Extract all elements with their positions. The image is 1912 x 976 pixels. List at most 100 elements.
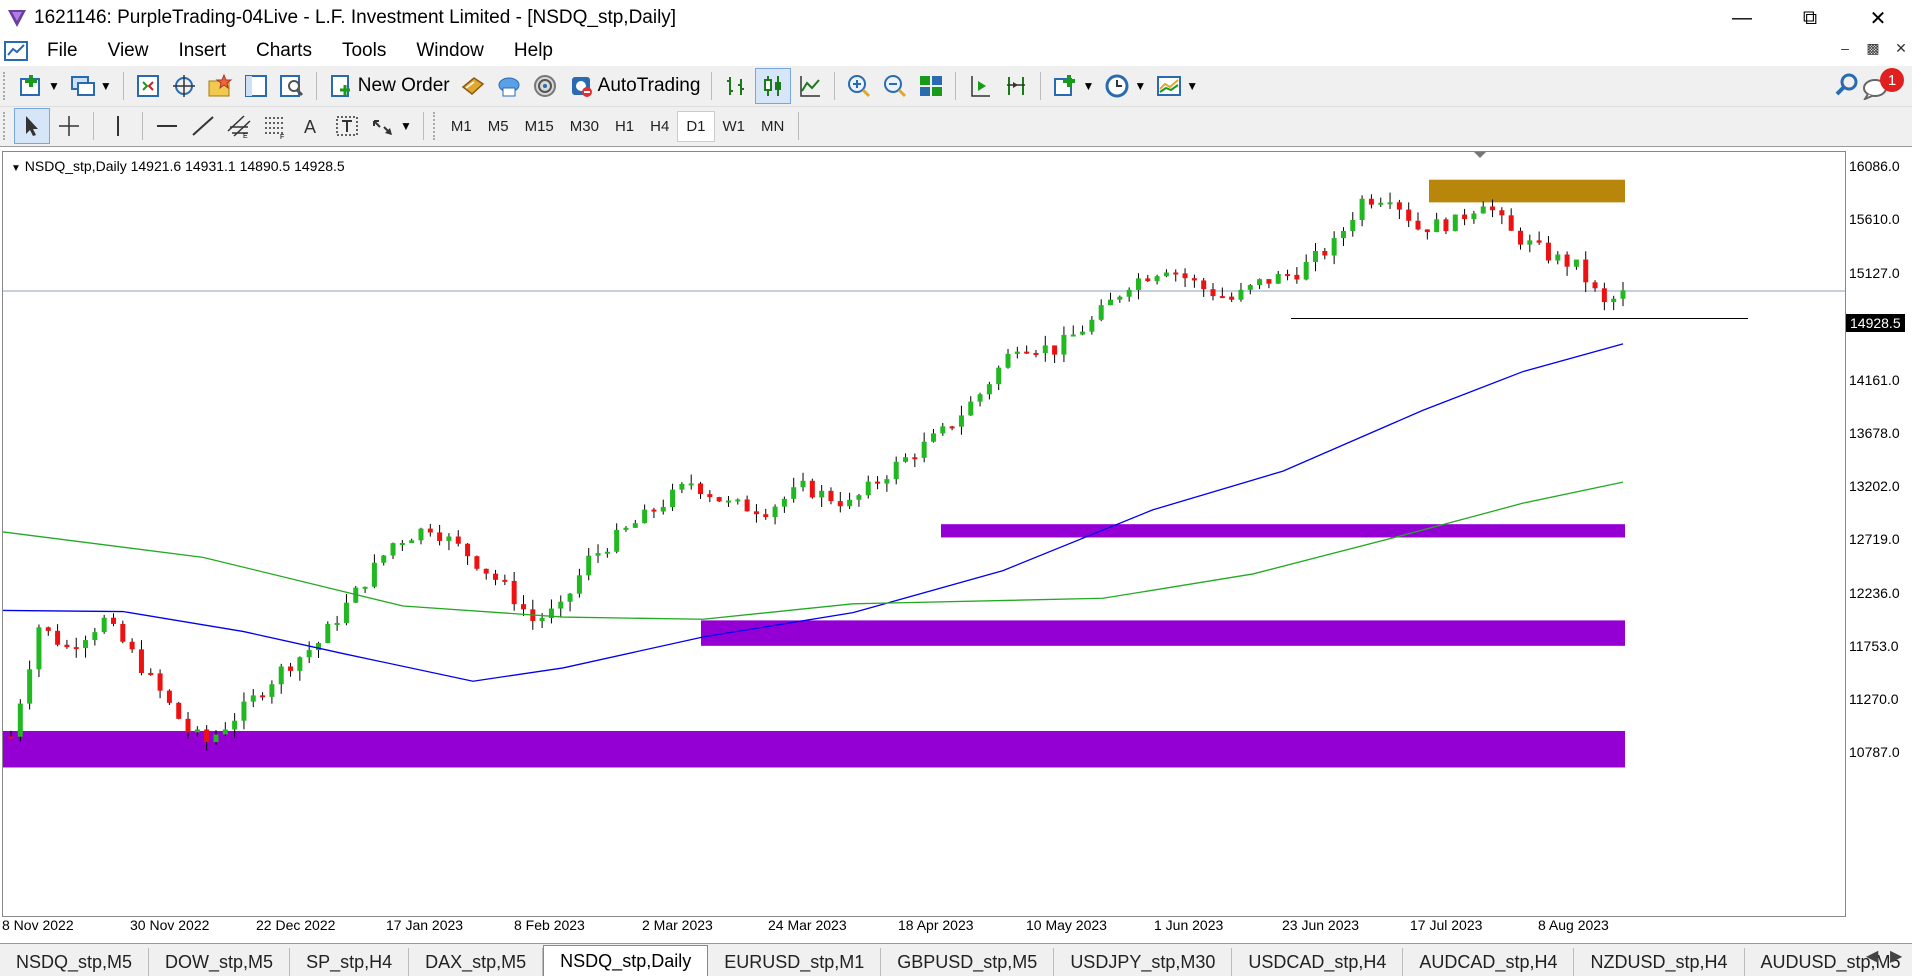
horizontal-line-button[interactable]: [150, 109, 184, 143]
tile-windows-button[interactable]: [914, 69, 948, 103]
candle-body: [269, 684, 274, 697]
crosshair-tool-button[interactable]: [52, 109, 86, 143]
candle-body: [1434, 219, 1439, 232]
tab-scroll-right-icon[interactable]: ▶: [1890, 946, 1902, 966]
chart-tab[interactable]: AUDUSD_stp,M5: [1745, 948, 1912, 976]
candle-body: [1313, 251, 1318, 262]
strategy-tester-button[interactable]: [275, 69, 309, 103]
timeframe-m5[interactable]: M5: [480, 112, 517, 141]
market-watch-button[interactable]: [131, 69, 165, 103]
timeframe-w1[interactable]: W1: [715, 112, 754, 141]
chart-tab[interactable]: GBPUSD_stp,M5: [881, 948, 1054, 976]
timeframe-d1[interactable]: D1: [677, 111, 714, 142]
mdi-minimize-button[interactable]: –: [1834, 40, 1856, 56]
date-tick-label: 8 Feb 2023: [514, 917, 585, 933]
timeframe-mn[interactable]: MN: [753, 112, 792, 141]
fibonacci-icon: F: [262, 113, 288, 139]
candle-body: [810, 481, 815, 498]
cursor-tool-button[interactable]: [14, 108, 50, 144]
navigator-button[interactable]: [203, 69, 237, 103]
vertical-line-button[interactable]: [101, 109, 135, 143]
chart-tab[interactable]: EURUSD_stp,M1: [708, 948, 881, 976]
collapse-triangle-icon[interactable]: ▼: [11, 163, 21, 174]
text-label-icon: [334, 113, 360, 139]
bar-chart-button[interactable]: [719, 69, 753, 103]
indicators-button[interactable]: ▼: [1048, 69, 1098, 103]
candle-body: [9, 737, 14, 739]
new-order-button[interactable]: New Order: [324, 69, 454, 103]
text-label-button[interactable]: [330, 109, 364, 143]
price-axis[interactable]: 16086.015610.015127.014644.014161.013678…: [1846, 147, 1912, 917]
mql5-market-button[interactable]: [492, 69, 526, 103]
minimize-button[interactable]: —: [1708, 0, 1776, 36]
candle-body: [782, 499, 787, 507]
timeframe-m15[interactable]: M15: [517, 112, 562, 141]
auto-scroll-icon: [967, 73, 993, 99]
chart-tab[interactable]: USDCAD_stp,H4: [1232, 948, 1403, 976]
data-window-button[interactable]: [167, 69, 201, 103]
chart-plot-area[interactable]: ▼ NSDQ_stp,Daily 14921.6 14931.1 14890.5…: [2, 151, 1846, 917]
close-button[interactable]: ✕: [1844, 0, 1912, 36]
mdi-close-button[interactable]: ✕: [1890, 40, 1912, 57]
chart-tab[interactable]: SP_stp,H4: [290, 948, 409, 976]
tab-scroll-left-icon[interactable]: ◀: [1866, 946, 1878, 966]
chart-tab[interactable]: NSDQ_stp,Daily: [543, 945, 708, 976]
menu-view[interactable]: View: [93, 40, 164, 62]
periods-button[interactable]: ▼: [1100, 69, 1150, 103]
text-tool-button[interactable]: A: [294, 109, 328, 143]
profiles-button[interactable]: ▼: [66, 69, 116, 103]
mdi-restore-button[interactable]: ▩: [1862, 40, 1884, 57]
candle-body: [1518, 231, 1523, 245]
arrows-button[interactable]: ▼: [366, 109, 416, 143]
trendline-button[interactable]: [186, 109, 220, 143]
chart-tab[interactable]: DAX_stp,M5: [409, 948, 543, 976]
chart-tab[interactable]: NZDUSD_stp,H4: [1574, 948, 1744, 976]
auto-scroll-button[interactable]: [963, 69, 997, 103]
candle-body: [1621, 290, 1626, 298]
chart-tab[interactable]: DOW_stp,M5: [149, 948, 290, 976]
equidistant-channel-button[interactable]: E: [222, 109, 256, 143]
date-tick-label: 8 Aug 2023: [1538, 917, 1609, 933]
candle-body: [111, 618, 116, 624]
menu-help[interactable]: Help: [499, 40, 568, 62]
menu-bar: File View Insert Charts Tools Window Hel…: [0, 36, 1912, 66]
candle-body: [1127, 290, 1132, 297]
timeframe-h1[interactable]: H1: [607, 112, 642, 141]
candle-body: [577, 575, 582, 593]
price-tick-label: 15610.0: [1849, 211, 1900, 227]
chart-window-icon[interactable]: [4, 40, 28, 62]
timeframe-m1[interactable]: M1: [443, 112, 480, 141]
candle-body: [1471, 213, 1476, 219]
menu-window[interactable]: Window: [401, 40, 499, 62]
terminal-button[interactable]: [239, 69, 273, 103]
line-chart-button[interactable]: [793, 69, 827, 103]
metaeditor-button[interactable]: [456, 69, 490, 103]
menu-insert[interactable]: Insert: [163, 40, 241, 62]
menu-charts[interactable]: Charts: [241, 40, 327, 62]
zoom-in-button[interactable]: [842, 69, 876, 103]
candle-body: [903, 457, 908, 462]
chart-tab[interactable]: AUDCAD_stp,H4: [1403, 948, 1574, 976]
timeframe-h4[interactable]: H4: [642, 112, 677, 141]
timeframe-m30[interactable]: M30: [562, 112, 607, 141]
candlestick-chart-button[interactable]: [755, 68, 791, 104]
candle-body: [1266, 279, 1271, 284]
candle-body: [1537, 240, 1542, 242]
chart-shift-button[interactable]: [999, 69, 1033, 103]
templates-button[interactable]: ▼: [1152, 69, 1202, 103]
zoom-out-button[interactable]: [878, 69, 912, 103]
autotrading-button[interactable]: AutoTrading: [564, 69, 705, 103]
chart-tab[interactable]: USDJPY_stp,M30: [1054, 948, 1232, 976]
menu-tools[interactable]: Tools: [327, 40, 401, 62]
search-icon[interactable]: [1834, 72, 1860, 98]
new-chart-button[interactable]: ▼: [14, 69, 64, 103]
fibonacci-button[interactable]: F: [258, 109, 292, 143]
price-tick-label: 13678.0: [1849, 425, 1900, 441]
candle-body: [1238, 290, 1243, 300]
menu-file[interactable]: File: [32, 40, 93, 62]
restore-button[interactable]: ⧉: [1776, 0, 1844, 36]
notifications-button[interactable]: 1: [1862, 68, 1908, 102]
signals-button[interactable]: [528, 69, 562, 103]
chart-tab[interactable]: NSDQ_stp,M5: [0, 948, 149, 976]
candle-body: [1499, 210, 1504, 215]
